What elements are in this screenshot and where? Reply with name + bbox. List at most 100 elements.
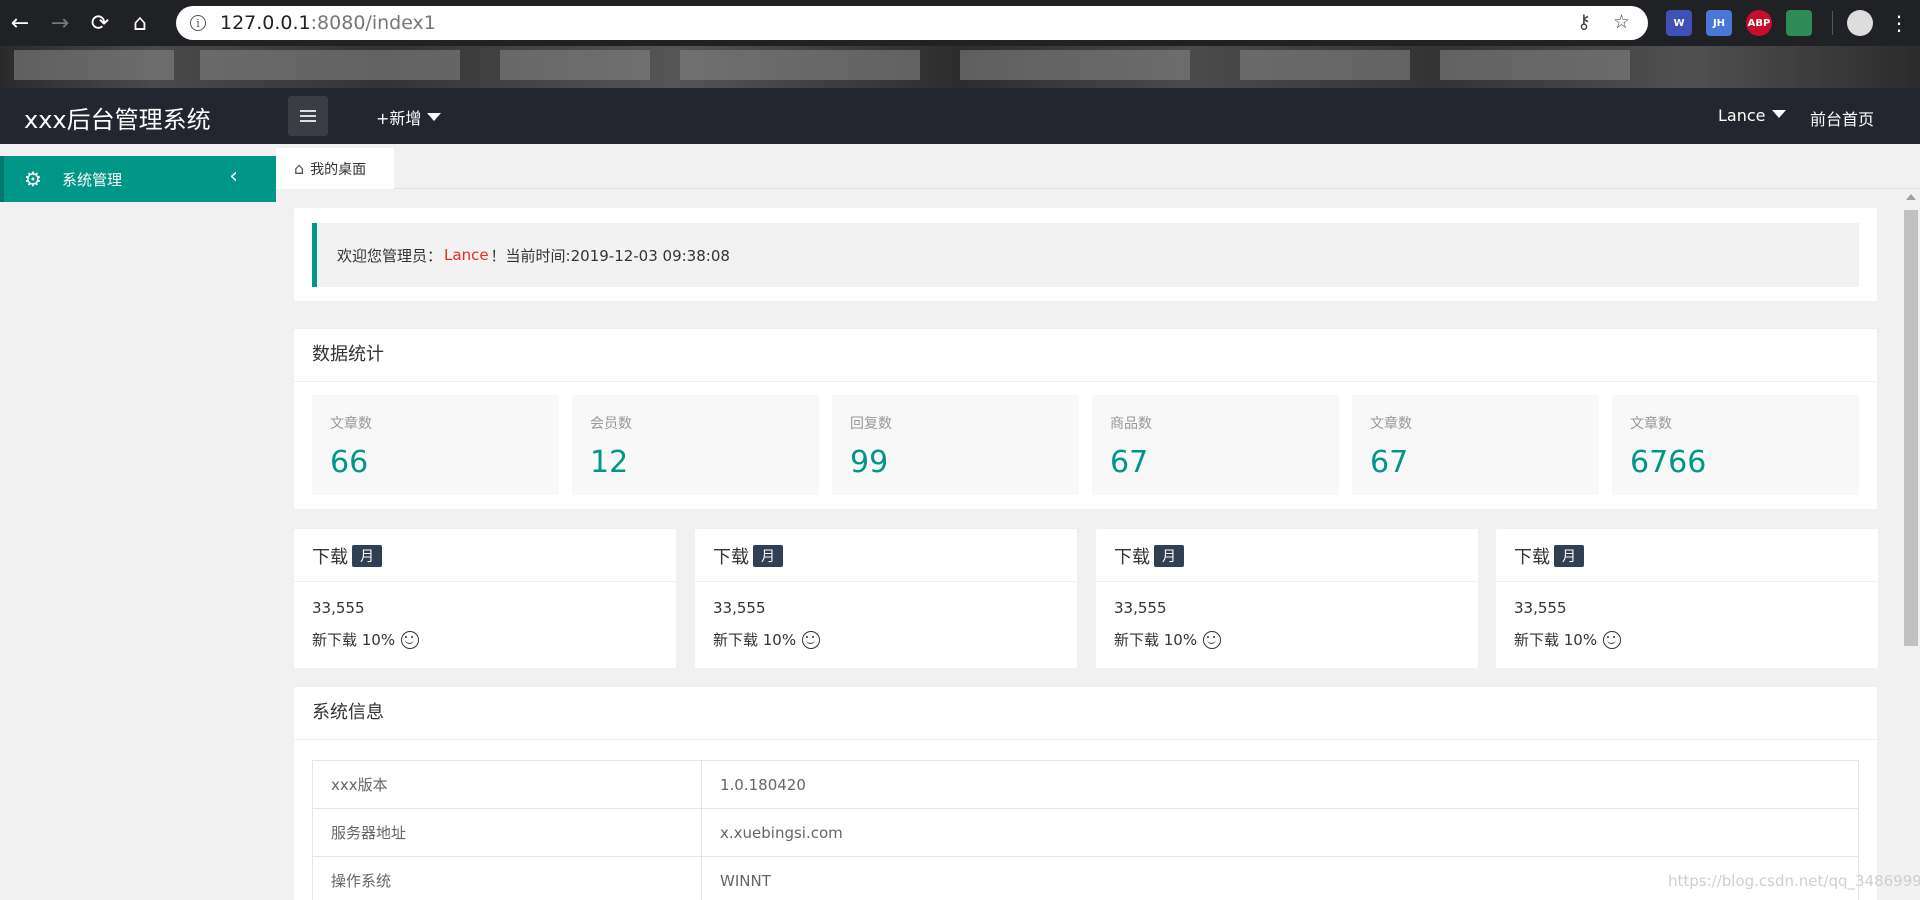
- download-subtext-text: 新下载 10%: [1114, 631, 1198, 649]
- profile-avatar[interactable]: [1847, 10, 1873, 36]
- info-value: 1.0.180420: [701, 760, 1859, 809]
- welcome-card: 欢迎您管理员： Lance ！当前时间:2019-12-03 09:38:08: [294, 208, 1877, 301]
- bookmarks-bar: [0, 46, 1920, 88]
- key-icon[interactable]: ⚷: [1577, 11, 1591, 33]
- download-title-text: 下载: [1114, 547, 1150, 568]
- add-new-label: +新增: [376, 109, 422, 128]
- welcome-prefix: 欢迎您管理员：: [337, 246, 443, 265]
- caret-down-icon: [1771, 110, 1786, 118]
- chevron-left-icon: ‹: [229, 164, 238, 189]
- stats-title: 数据统计: [312, 344, 384, 365]
- month-badge: 月: [753, 545, 783, 567]
- system-info-table: xxx版本 1.0.180420 服务器地址 x.xuebingsi.com 操…: [312, 760, 1859, 900]
- toolbar-divider: [1832, 11, 1833, 35]
- watermark: https://blog.csdn.net/qq_34869990: [1668, 872, 1920, 890]
- stat-value: 66: [330, 445, 369, 480]
- stat-value: 67: [1110, 445, 1149, 480]
- stat-value: 6766: [1630, 445, 1707, 480]
- stat-label: 文章数: [330, 416, 372, 432]
- sidebar-item-label: 系统管理: [62, 170, 123, 189]
- back-icon[interactable]: ←: [0, 0, 40, 46]
- month-badge: 月: [1554, 545, 1584, 567]
- stat-box[interactable]: 文章数 6766: [1612, 395, 1859, 495]
- stat-box[interactable]: 会员数 12: [572, 395, 819, 495]
- extension-abp-icon[interactable]: ABP: [1746, 10, 1772, 36]
- download-title-text: 下载: [713, 547, 749, 568]
- download-title-text: 下载: [312, 547, 348, 568]
- more-menu-icon[interactable]: ⋮: [1889, 11, 1909, 35]
- smile-icon: [1203, 630, 1222, 649]
- download-subtext-text: 新下载 10%: [713, 631, 797, 649]
- table-row: 服务器地址 x.xuebingsi.com: [312, 808, 1859, 857]
- welcome-time: ！当前时间:2019-12-03 09:38:08: [490, 246, 730, 265]
- app-logo: xxx后台管理系统: [24, 106, 211, 134]
- download-subtext: 新下载 10%: [1114, 629, 1222, 650]
- url-path: :8080/index1: [310, 12, 436, 34]
- address-bar[interactable]: i 127.0.0.1:8080/index1 ⚷ ☆: [176, 6, 1648, 40]
- scrollbar-thumb[interactable]: [1904, 210, 1918, 646]
- info-icon[interactable]: i: [190, 15, 206, 31]
- smile-icon: [802, 630, 821, 649]
- reload-icon[interactable]: ⟳: [80, 0, 120, 46]
- info-key: 操作系统: [312, 856, 702, 900]
- extension-jh-icon[interactable]: JH: [1706, 10, 1732, 36]
- stat-label: 商品数: [1110, 416, 1152, 432]
- scroll-up-icon[interactable]: [1906, 194, 1916, 200]
- download-title: 下载月: [713, 543, 783, 569]
- stat-label: 文章数: [1370, 416, 1412, 432]
- user-name: Lance: [1718, 106, 1766, 125]
- stat-value: 12: [590, 445, 629, 480]
- home-page-icon[interactable]: ⌂: [120, 0, 160, 46]
- download-value: 33,555: [1514, 599, 1567, 617]
- smile-icon: [401, 630, 420, 649]
- menu-toggle-button[interactable]: [288, 96, 328, 136]
- download-subtext: 新下载 10%: [713, 629, 821, 650]
- list-icon: [300, 110, 316, 122]
- tab-my-desktop[interactable]: ⌂ 我的桌面: [276, 148, 394, 189]
- user-dropdown[interactable]: Lance: [1718, 106, 1786, 125]
- stat-value: 99: [850, 445, 889, 480]
- stat-value: 67: [1370, 445, 1409, 480]
- download-card: 下载月 33,555 新下载 10%: [1096, 529, 1478, 668]
- stat-label: 回复数: [850, 416, 892, 432]
- download-subtext: 新下载 10%: [1514, 629, 1622, 650]
- download-card: 下载月 33,555 新下载 10%: [695, 529, 1077, 668]
- download-value: 33,555: [713, 599, 766, 617]
- sidebar: ⚙ 系统管理 ‹: [0, 144, 276, 900]
- table-row: xxx版本 1.0.180420: [312, 760, 1859, 809]
- front-home-link[interactable]: 前台首页: [1810, 106, 1874, 130]
- stat-box[interactable]: 文章数 67: [1352, 395, 1599, 495]
- extension-1-icon[interactable]: W: [1666, 10, 1692, 36]
- stat-box[interactable]: 回复数 99: [832, 395, 1079, 495]
- download-card: 下载月 33,555 新下载 10%: [294, 529, 676, 668]
- stat-box[interactable]: 文章数 66: [312, 395, 559, 495]
- month-badge: 月: [352, 545, 382, 567]
- tab-label: 我的桌面: [310, 161, 367, 178]
- system-info-card: 系统信息 xxx版本 1.0.180420 服务器地址 x.xuebingsi.…: [294, 687, 1877, 900]
- download-title-text: 下载: [1514, 547, 1550, 568]
- download-value: 33,555: [1114, 599, 1167, 617]
- download-subtext-text: 新下载 10%: [1514, 631, 1598, 649]
- table-row: 操作系统 WINNT: [312, 856, 1859, 900]
- welcome-message: 欢迎您管理员： Lance ！当前时间:2019-12-03 09:38:08: [312, 223, 1859, 287]
- app-header: xxx后台管理系统 +新增 Lance 前台首页: [0, 88, 1920, 144]
- stat-label: 会员数: [590, 416, 632, 432]
- forward-icon[interactable]: →: [40, 0, 80, 46]
- sidebar-item-system-management[interactable]: ⚙ 系统管理 ‹: [0, 156, 276, 202]
- download-subtext-text: 新下载 10%: [312, 631, 396, 649]
- extension-3-icon[interactable]: [1786, 10, 1812, 36]
- add-new-dropdown[interactable]: +新增: [376, 105, 442, 129]
- welcome-admin-name: Lance: [444, 246, 489, 264]
- download-title: 下载月: [1114, 543, 1184, 569]
- info-value: x.xuebingsi.com: [701, 808, 1859, 857]
- stat-label: 文章数: [1630, 416, 1672, 432]
- caret-down-icon: [427, 113, 442, 121]
- download-subtext: 新下载 10%: [312, 629, 420, 650]
- star-icon[interactable]: ☆: [1613, 11, 1630, 33]
- download-card: 下载月 33,555 新下载 10%: [1496, 529, 1878, 668]
- download-value: 33,555: [312, 599, 365, 617]
- stat-box[interactable]: 商品数 67: [1092, 395, 1339, 495]
- gear-icon: ⚙: [24, 167, 42, 191]
- info-key: 服务器地址: [312, 808, 702, 857]
- download-title: 下载月: [312, 543, 382, 569]
